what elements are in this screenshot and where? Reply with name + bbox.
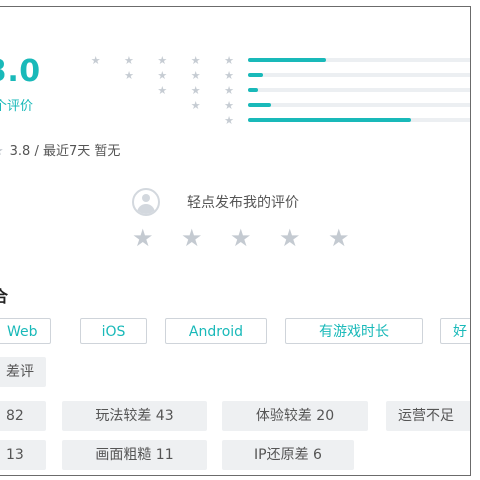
star-icons: ★ ★ <box>190 99 244 112</box>
star-icon[interactable]: ★ <box>230 226 279 250</box>
rate-stars: ★ ★ ★ ★ ★ <box>132 226 377 250</box>
star-icon[interactable]: ★ <box>132 226 181 250</box>
tag-negative[interactable]: 差评 <box>0 357 46 387</box>
rating-score: 3.0 <box>0 54 41 89</box>
tag-good[interactable]: 好 <box>440 318 470 344</box>
star-icons: ★ ★ ★ ★ ★ <box>90 54 244 67</box>
tag-issue[interactable]: 82 <box>0 401 46 431</box>
tag-android[interactable]: Android <box>165 318 267 344</box>
distribution-track <box>248 103 470 107</box>
star-icons: ★ ★ ★ ★ <box>124 69 244 82</box>
distribution-bar <box>248 88 258 92</box>
recent-rating-text: 3.8 / 最近7天 暂无 <box>9 144 121 159</box>
distribution-bar <box>248 103 271 107</box>
recent-rating: ★ 3.8 / 最近7天 暂无 <box>0 140 120 159</box>
distribution-track <box>248 73 470 77</box>
distribution-row-1: ★ <box>124 113 470 128</box>
distribution-bar <box>248 58 326 62</box>
distribution-row-2: ★ ★ <box>124 98 470 113</box>
tag-web[interactable]: Web <box>0 318 51 344</box>
star-icon[interactable]: ★ <box>328 226 377 250</box>
distribution-track <box>248 58 470 62</box>
tag-issue[interactable]: 玩法较差 43 <box>62 401 207 431</box>
tag-ios[interactable]: iOS <box>80 318 147 344</box>
tag-issue[interactable]: 运营不足 <box>386 401 470 431</box>
rating-count: 个评价 <box>0 99 34 114</box>
star-icons: ★ <box>224 114 244 127</box>
rate-prompt[interactable]: 轻点发布我的评价 <box>187 192 299 212</box>
star-icon[interactable]: ★ <box>279 226 328 250</box>
review-panel: 3.0 个评价 ★ ★ ★ ★ ★ ★ ★ ★ ★ ★ ★ ★ ★ ★ ★ ★3… <box>0 6 471 476</box>
avatar-icon <box>132 188 160 216</box>
rating-distribution: ★ ★ ★ ★ ★ ★ ★ ★ ★ ★ ★ ★ ★ ★ ★ <box>91 53 470 128</box>
star-icons: ★ ★ ★ <box>157 84 244 97</box>
distribution-bar <box>248 118 411 122</box>
distribution-track <box>248 88 470 92</box>
tag-issue[interactable]: 画面粗糙 11 <box>62 440 207 470</box>
distribution-track <box>248 118 470 122</box>
tag-issue[interactable]: IP还原差 6 <box>222 440 354 470</box>
tag-issue[interactable]: 13 <box>0 440 46 470</box>
tag-issue[interactable]: 体验较差 20 <box>222 401 368 431</box>
tag-playtime[interactable]: 有游戏时长 <box>285 318 423 344</box>
star-icon: ★ <box>0 144 4 159</box>
distribution-row-3: ★ ★ ★ <box>124 83 470 98</box>
star-icon[interactable]: ★ <box>181 226 230 250</box>
section-title: 合 <box>0 283 8 307</box>
distribution-bar <box>248 73 263 77</box>
distribution-row-4: ★ ★ ★ ★ <box>124 68 470 83</box>
distribution-row-5: ★ ★ ★ ★ ★ <box>91 53 470 68</box>
